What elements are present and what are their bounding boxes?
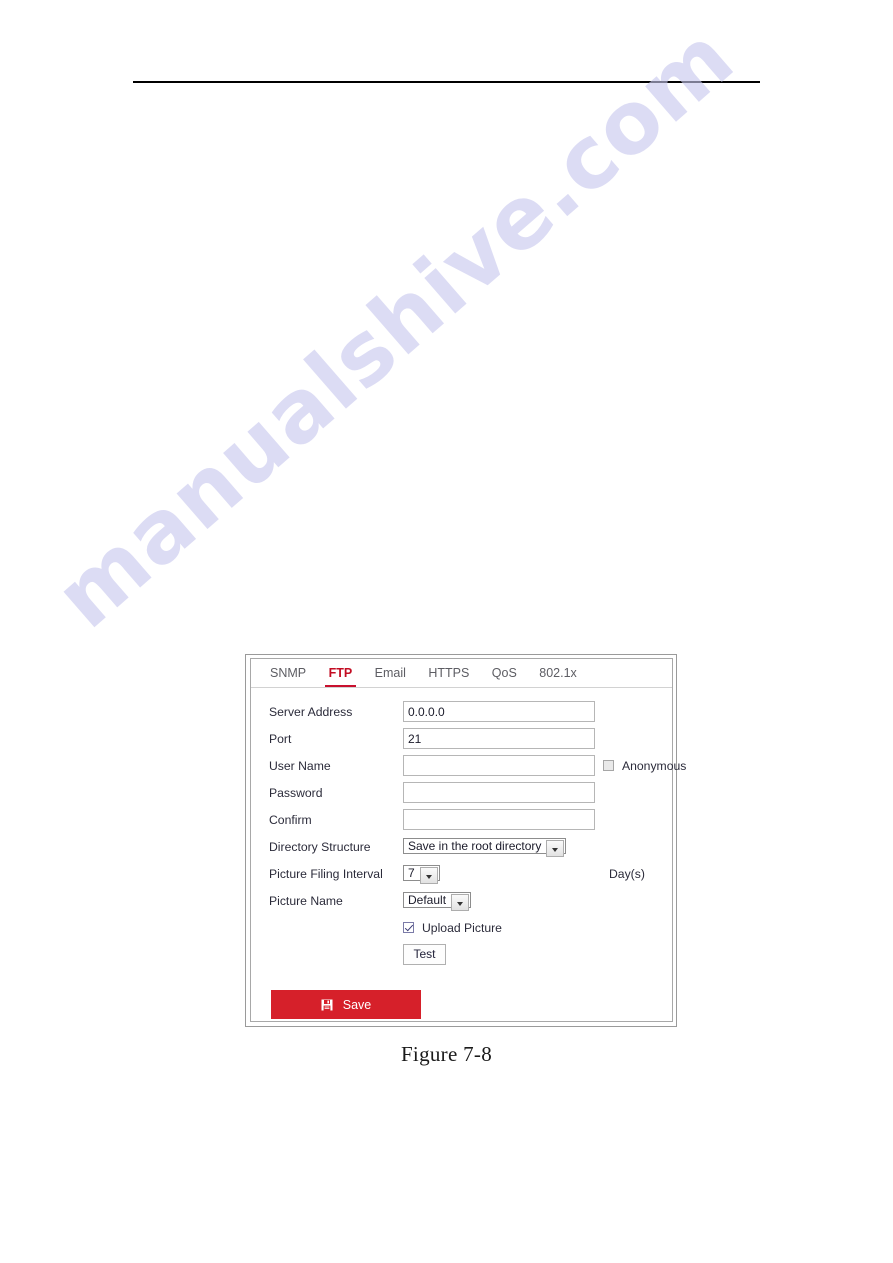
upload-picture-checkbox[interactable]	[403, 922, 414, 933]
picture-filing-interval-label: Picture Filing Interval	[269, 866, 383, 881]
page-header-rule	[133, 81, 760, 83]
picture-filing-interval-select[interactable]: 7	[403, 865, 440, 884]
tab-qos[interactable]: QoS	[483, 659, 526, 686]
row-upload-picture: Upload Picture	[251, 914, 672, 941]
tab-802-1x[interactable]: 802.1x	[530, 659, 586, 686]
row-picture-name: Picture Name Default	[251, 887, 672, 914]
picture-filing-interval-value: 7	[408, 866, 415, 880]
test-button[interactable]: Test	[403, 944, 446, 965]
ftp-form: Server Address Port User Name Anonymo	[251, 688, 686, 968]
picture-name-value: Default	[408, 893, 447, 907]
tab-https[interactable]: HTTPS	[419, 659, 478, 686]
upload-picture-label: Upload Picture	[422, 920, 502, 935]
directory-structure-select[interactable]: Save in the root directory	[403, 838, 567, 857]
user-name-label: User Name	[269, 758, 331, 773]
row-port: Port	[251, 725, 672, 752]
user-name-field-wrap	[403, 755, 595, 776]
anonymous-checkbox[interactable]	[603, 760, 614, 771]
row-password: Password	[251, 779, 672, 806]
picture-filing-interval-field-wrap: 7	[403, 864, 440, 884]
port-label: Port	[269, 731, 292, 746]
save-button[interactable]: Save	[271, 990, 421, 1019]
upload-picture-checkbox-row[interactable]: Upload Picture	[403, 921, 502, 935]
server-address-field-wrap	[403, 701, 595, 722]
ftp-settings-panel: SNMP FTP Email HTTPS QoS 802.1x Server A…	[245, 654, 686, 1027]
anonymous-checkbox-row[interactable]: Anonymous	[603, 752, 686, 779]
user-name-input[interactable]	[403, 755, 595, 776]
picture-name-field-wrap: Default	[403, 891, 472, 911]
confirm-input[interactable]	[403, 809, 595, 830]
chevron-down-icon[interactable]	[546, 840, 565, 857]
port-field-wrap	[403, 728, 595, 749]
server-address-input[interactable]	[403, 701, 595, 722]
password-label: Password	[269, 785, 323, 800]
row-server-address: Server Address	[251, 698, 672, 725]
row-user-name: User Name Anonymous	[251, 752, 686, 779]
save-button-label: Save	[342, 997, 372, 1012]
row-picture-filing-interval: Picture Filing Interval 7 Day(s)	[251, 860, 672, 887]
server-address-label: Server Address	[269, 704, 353, 719]
row-directory-structure: Directory Structure Save in the root dir…	[251, 833, 672, 860]
directory-structure-label: Directory Structure	[269, 839, 371, 854]
directory-structure-value: Save in the root directory	[408, 839, 542, 853]
save-floppy-icon	[321, 999, 333, 1011]
panel-inner-frame: SNMP FTP Email HTTPS QoS 802.1x Server A…	[250, 658, 686, 1022]
picture-name-select[interactable]: Default	[403, 892, 472, 911]
watermark-text: manualshive.com	[37, 7, 753, 648]
figure-caption: Figure 7-8	[400, 1042, 493, 1066]
row-confirm: Confirm	[251, 806, 672, 833]
picture-name-label: Picture Name	[269, 893, 343, 908]
port-input[interactable]	[403, 728, 595, 749]
directory-structure-field-wrap: Save in the root directory	[403, 837, 567, 857]
tab-ftp[interactable]: FTP	[320, 659, 362, 687]
picture-filing-interval-unit: Day(s)	[609, 866, 645, 881]
confirm-field-wrap	[403, 809, 595, 830]
password-input[interactable]	[403, 782, 595, 803]
chevron-down-icon[interactable]	[419, 867, 438, 884]
settings-tab-bar: SNMP FTP Email HTTPS QoS 802.1x	[251, 659, 672, 688]
confirm-label: Confirm	[269, 812, 312, 827]
tab-snmp[interactable]: SNMP	[261, 659, 315, 686]
row-test-button: Test	[251, 941, 672, 968]
chevron-down-icon[interactable]	[451, 894, 470, 911]
password-field-wrap	[403, 782, 595, 803]
anonymous-label: Anonymous	[622, 758, 687, 773]
tab-email[interactable]: Email	[366, 659, 415, 686]
